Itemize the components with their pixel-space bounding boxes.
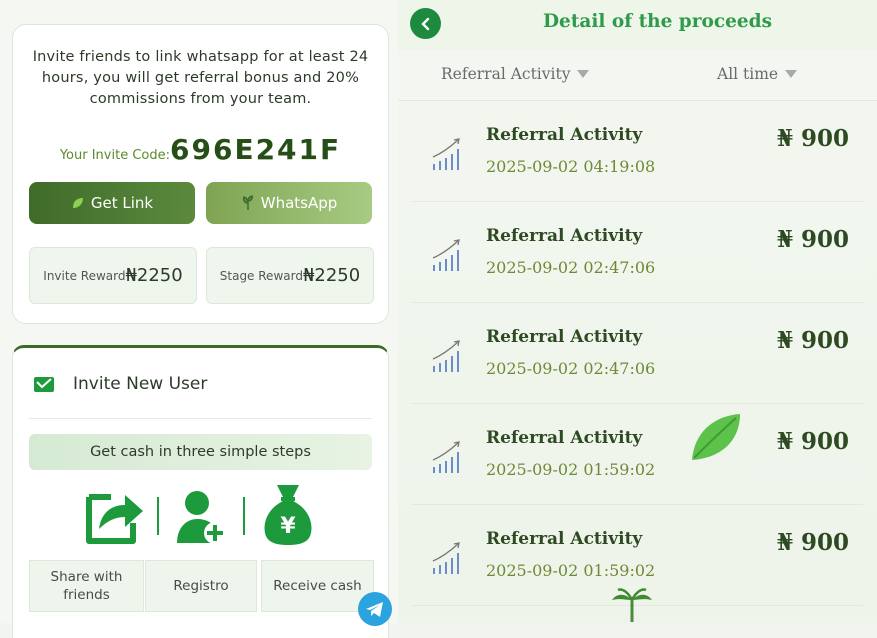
time-range-filter-label: All time	[717, 65, 779, 83]
record-title: Referral Activity	[486, 327, 643, 347]
get-link-button[interactable]: Get Link	[29, 182, 195, 224]
record-amount: ₦ 900	[776, 327, 849, 354]
envelope-icon	[34, 377, 54, 392]
invite-new-user-title: Invite New User	[73, 374, 208, 394]
invite-code-label: Your Invite Code:	[59, 148, 170, 163]
step-label-register: Registro	[145, 560, 257, 612]
stage-reward-value: ₦2250	[302, 265, 361, 286]
leaf-decoration-icon	[692, 414, 740, 460]
record-time: 2025-09-02 02:47:06	[486, 258, 656, 277]
divider	[29, 418, 372, 419]
invite-intro-text: Invite friends to link whatsapp for at l…	[32, 49, 369, 107]
record-time: 2025-09-02 01:59:02	[486, 460, 656, 479]
invite-panel: Invite friends to link whatsapp for at l…	[0, 0, 400, 638]
activity-type-filter-label: Referral Activity	[441, 65, 571, 83]
proceeds-header: Detail of the proceeds	[398, 0, 877, 50]
stage-reward-label: Stage Reward	[219, 268, 303, 283]
palm-decoration-icon	[612, 588, 652, 622]
add-user-icon	[177, 491, 226, 544]
plant-icon	[242, 195, 253, 210]
activity-type-filter[interactable]: Referral Activity	[441, 65, 590, 83]
filter-bar: Referral Activity All time	[398, 50, 877, 101]
record-time: 2025-09-02 04:19:08	[486, 157, 656, 176]
record-title: Referral Activity	[486, 529, 643, 549]
proceeds-panel: Detail of the proceeds Referral Activity…	[398, 0, 877, 623]
invite-card: Invite friends to link whatsapp for at l…	[12, 24, 389, 324]
stage-reward-box: Stage Reward ₦2250	[206, 247, 374, 304]
list-item[interactable]: Referral Activity 2025-09-02 04:19:08 ₦ …	[412, 101, 863, 202]
caret-down-icon	[785, 70, 798, 78]
invite-code-value[interactable]: 696E241F	[170, 133, 341, 166]
get-link-label: Get Link	[90, 194, 154, 212]
telegram-icon[interactable]	[358, 592, 392, 626]
steps-labels: Share with friends Registro Receive cash	[29, 560, 374, 612]
list-item[interactable]: Referral Activity 2025-09-02 02:47:06 ₦ …	[412, 303, 863, 404]
list-item[interactable]: Referral Activity 2025-09-02 02:47:06 ₦ …	[412, 202, 863, 303]
record-amount: ₦ 900	[776, 125, 849, 152]
record-title: Referral Activity	[486, 428, 643, 448]
money-bag-icon: ¥	[264, 485, 312, 545]
invite-reward-box: Invite Reward ₦2250	[29, 247, 197, 304]
page-title: Detail of the proceeds	[543, 11, 772, 32]
steps-banner: Get cash in three simple steps	[29, 434, 372, 470]
trend-chart-icon	[432, 239, 460, 271]
record-amount: ₦ 900	[776, 428, 849, 455]
time-range-filter[interactable]: All time	[717, 65, 798, 83]
invite-reward-value: ₦2250	[125, 265, 183, 286]
leaf-icon	[72, 198, 83, 208]
caret-down-icon	[577, 70, 590, 78]
step-separator	[243, 497, 245, 535]
record-title: Referral Activity	[486, 226, 643, 246]
invite-new-user-card: Invite New User Get cash in three simple…	[12, 345, 389, 638]
share-icon	[86, 494, 143, 544]
invite-reward-label: Invite Reward	[43, 268, 126, 283]
trend-chart-icon	[432, 441, 460, 473]
whatsapp-button[interactable]: WhatsApp	[206, 182, 372, 224]
invite-code: Your Invite Code:696E241F	[13, 133, 388, 166]
trend-chart-icon	[432, 340, 460, 372]
trend-chart-icon	[432, 542, 460, 574]
record-amount: ₦ 900	[776, 226, 849, 253]
list-item[interactable]: Referral Activity 2025-09-02 01:59:02 ₦ …	[412, 404, 863, 505]
record-amount: ₦ 900	[776, 529, 849, 556]
invite-new-user-header: Invite New User	[33, 374, 207, 394]
step-separator	[157, 497, 159, 535]
svg-text:¥: ¥	[280, 514, 296, 539]
record-time: 2025-09-02 01:59:02	[486, 561, 656, 580]
step-label-share: Share with friends	[29, 560, 144, 612]
trend-chart-icon	[432, 138, 460, 170]
record-title: Referral Activity	[486, 125, 643, 145]
steps-icons: ¥	[29, 483, 372, 551]
whatsapp-label: WhatsApp	[260, 194, 338, 212]
record-time: 2025-09-02 02:47:06	[486, 359, 656, 378]
